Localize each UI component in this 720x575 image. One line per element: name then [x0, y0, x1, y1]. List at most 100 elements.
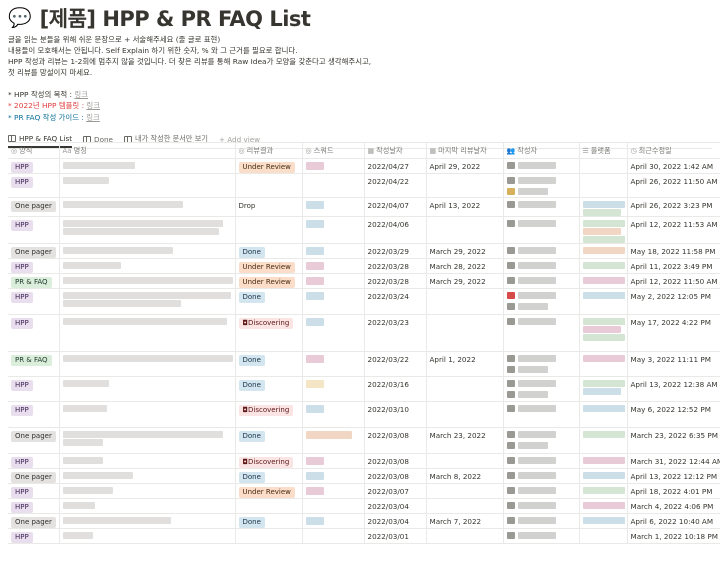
- cell-review-result[interactable]: [235, 498, 303, 514]
- table-row[interactable]: One pager Done 2022/03/04 March 7, 2022 Apri…: [8, 513, 720, 529]
- cell-squad[interactable]: [302, 314, 365, 352]
- cell-created-date[interactable]: 2022/03/22: [364, 351, 427, 377]
- cell-author[interactable]: [503, 427, 580, 454]
- cell-platform[interactable]: [579, 173, 628, 198]
- cell-last-review[interactable]: March 28, 2022: [426, 258, 504, 274]
- table-row[interactable]: PR & FAQ Done 2022/03/22 April 1, 2022 May 3…: [8, 351, 720, 377]
- cell-platform[interactable]: [579, 498, 628, 514]
- cell-last-modified[interactable]: May 3, 2022 11:11 PM: [627, 351, 720, 377]
- cell-last-review[interactable]: [426, 528, 504, 544]
- cell-platform[interactable]: [579, 273, 628, 289]
- cell-last-review[interactable]: March 29, 2022: [426, 273, 504, 289]
- cell-platform[interactable]: [579, 288, 628, 315]
- cell-type[interactable]: One pager: [8, 197, 60, 217]
- cell-last-review[interactable]: [426, 216, 504, 244]
- column-header-modified[interactable]: ◷ 최근수정일: [627, 142, 720, 159]
- cell-name[interactable]: [59, 288, 236, 315]
- table-row[interactable]: One pager Done 2022/03/08 March 23, 2022 Mar…: [8, 427, 720, 454]
- cell-type[interactable]: HPP: [8, 258, 60, 274]
- cell-name[interactable]: [59, 483, 236, 499]
- cell-squad[interactable]: [302, 197, 365, 217]
- cell-squad[interactable]: [302, 216, 365, 244]
- cell-name[interactable]: [59, 401, 236, 428]
- table-row[interactable]: HPP Under Review 2022/04/27 April 29, 2022 A…: [8, 158, 720, 174]
- cell-author[interactable]: [503, 376, 580, 402]
- cell-type[interactable]: HPP: [8, 453, 60, 469]
- cell-created-date[interactable]: 2022/03/24: [364, 288, 427, 315]
- cell-last-review[interactable]: [426, 498, 504, 514]
- cell-squad[interactable]: [302, 401, 365, 428]
- cell-last-modified[interactable]: April 18, 2022 4:01 PM: [627, 483, 720, 499]
- cell-author[interactable]: [503, 273, 580, 289]
- cell-author[interactable]: [503, 351, 580, 377]
- cell-last-modified[interactable]: April 12, 2022 11:53 AM: [627, 216, 720, 244]
- cell-last-modified[interactable]: April 30, 2022 1:42 AM: [627, 158, 720, 174]
- template-link[interactable]: 링크: [86, 101, 100, 110]
- cell-last-modified[interactable]: May 6, 2022 12:52 PM: [627, 401, 720, 428]
- cell-last-review[interactable]: April 29, 2022: [426, 158, 504, 174]
- cell-squad[interactable]: [302, 351, 365, 377]
- cell-name[interactable]: [59, 498, 236, 514]
- cell-name[interactable]: [59, 376, 236, 402]
- cell-created-date[interactable]: 2022/04/22: [364, 173, 427, 198]
- cell-review-result[interactable]: ◘Discovering: [235, 314, 303, 352]
- cell-author[interactable]: [503, 498, 580, 514]
- cell-created-date[interactable]: 2022/03/08: [364, 427, 427, 454]
- cell-platform[interactable]: [579, 376, 628, 402]
- cell-platform[interactable]: [579, 216, 628, 244]
- column-header-platform[interactable]: ☰ 플랫폼: [579, 142, 628, 159]
- cell-platform[interactable]: [579, 453, 628, 469]
- cell-review-result[interactable]: Done: [235, 427, 303, 454]
- cell-type[interactable]: PR & FAQ: [8, 273, 60, 289]
- table-row[interactable]: PR & FAQ Under Review 2022/03/28 March 29, …: [8, 273, 720, 289]
- cell-created-date[interactable]: 2022/03/08: [364, 453, 427, 469]
- cell-name[interactable]: [59, 314, 236, 352]
- cell-created-date[interactable]: 2022/03/23: [364, 314, 427, 352]
- cell-name[interactable]: [59, 468, 236, 484]
- cell-created-date[interactable]: 2022/03/04: [364, 498, 427, 514]
- cell-type[interactable]: HPP: [8, 483, 60, 499]
- column-header-squad[interactable]: ◎ 스쿼드: [302, 142, 365, 159]
- cell-created-date[interactable]: 2022/03/29: [364, 243, 427, 259]
- table-row[interactable]: HPP Under Review 2022/03/28 March 28, 2022 A…: [8, 258, 720, 274]
- cell-author[interactable]: [503, 314, 580, 352]
- cell-platform[interactable]: [579, 427, 628, 454]
- cell-type[interactable]: One pager: [8, 513, 60, 529]
- cell-author[interactable]: [503, 528, 580, 544]
- cell-created-date[interactable]: 2022/04/06: [364, 216, 427, 244]
- cell-last-modified[interactable]: March 4, 2022 4:06 PM: [627, 498, 720, 514]
- cell-name[interactable]: [59, 273, 236, 289]
- cell-type[interactable]: HPP: [8, 401, 60, 428]
- cell-type[interactable]: One pager: [8, 427, 60, 454]
- cell-created-date[interactable]: 2022/03/28: [364, 273, 427, 289]
- table-row[interactable]: HPP ◘Discovering 2022/03/08 March 31, 2022 …: [8, 453, 720, 469]
- cell-review-result[interactable]: Done: [235, 288, 303, 315]
- cell-squad[interactable]: [302, 498, 365, 514]
- table-row[interactable]: HPP 2022/04/06 April 12, 2022 11:53 AM: [8, 216, 720, 244]
- table-row[interactable]: HPP Under Review 2022/03/07 April 18, 2022 …: [8, 483, 720, 499]
- cell-squad[interactable]: [302, 468, 365, 484]
- column-header-name[interactable]: Aa 명칭: [59, 142, 236, 159]
- cell-last-modified[interactable]: April 26, 2022 11:50 AM: [627, 173, 720, 198]
- table-row[interactable]: HPP Done 2022/03/24 May 2, 2022 12:05 PM: [8, 288, 720, 315]
- cell-name[interactable]: [59, 528, 236, 544]
- cell-last-review[interactable]: [426, 483, 504, 499]
- cell-name[interactable]: [59, 173, 236, 198]
- cell-last-review[interactable]: [426, 401, 504, 428]
- table-row[interactable]: One pager Done 2022/03/29 March 29, 2022 May…: [8, 243, 720, 259]
- table-row[interactable]: HPP ◘Discovering 2022/03/23 May 17, 2022 4:…: [8, 314, 720, 352]
- cell-name[interactable]: [59, 427, 236, 454]
- cell-author[interactable]: [503, 258, 580, 274]
- cell-squad[interactable]: [302, 158, 365, 174]
- cell-author[interactable]: [503, 468, 580, 484]
- cell-last-modified[interactable]: April 11, 2022 3:49 PM: [627, 258, 720, 274]
- cell-last-modified[interactable]: May 17, 2022 4:22 PM: [627, 314, 720, 352]
- guide-link[interactable]: 링크: [86, 113, 100, 122]
- cell-last-review[interactable]: [426, 376, 504, 402]
- column-header-type[interactable]: ◎ 양식: [8, 142, 60, 159]
- speech-bubble-icon[interactable]: 💬: [8, 8, 32, 28]
- cell-last-modified[interactable]: April 13, 2022 12:12 PM: [627, 468, 720, 484]
- cell-author[interactable]: [503, 158, 580, 174]
- cell-type[interactable]: HPP: [8, 173, 60, 198]
- table-row[interactable]: HPP 2022/03/01 March 1, 2022 10:18 PM: [8, 528, 720, 544]
